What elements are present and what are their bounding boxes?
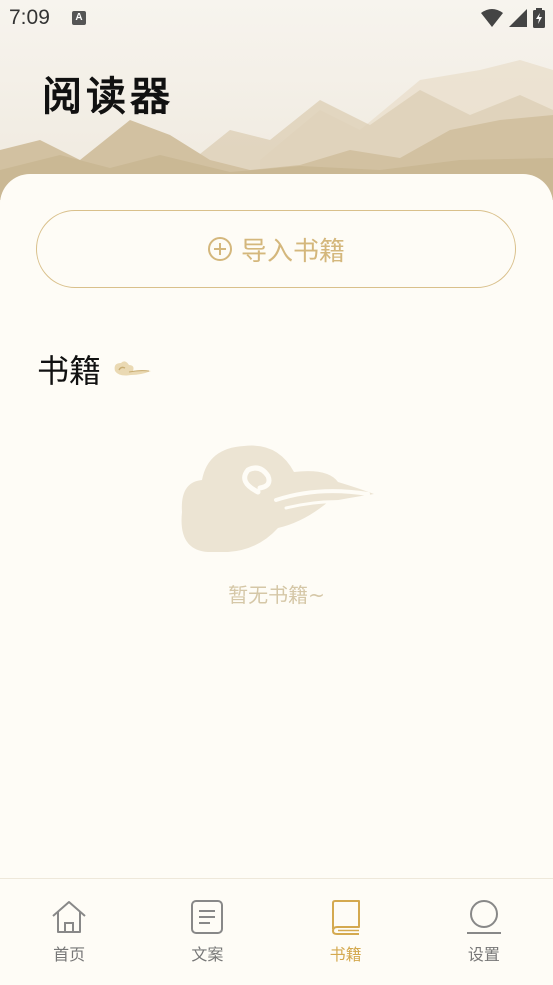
empty-cloud-illustration: [181, 445, 374, 552]
wifi-icon: [481, 9, 503, 27]
nav-item-books[interactable]: 书籍: [277, 879, 415, 985]
nav-item-copywriting[interactable]: 文案: [138, 879, 276, 985]
nav-label-copywriting: 文案: [191, 945, 224, 964]
settings-circle-icon: [466, 900, 501, 934]
nav-item-settings[interactable]: 设置: [415, 879, 553, 985]
home-icon: [52, 901, 86, 933]
section-title: 书籍: [37, 352, 102, 390]
app-title: 阅读器: [42, 73, 174, 120]
nav-label-home: 首页: [53, 945, 86, 964]
nav-label-settings: 设置: [467, 945, 500, 964]
book-icon: [331, 900, 360, 935]
import-books-button[interactable]: 导入书籍: [36, 210, 516, 288]
document-icon: [191, 900, 224, 934]
battery-icon: [533, 8, 545, 28]
bottom-navigation: 首页 文案 书籍 设置: [0, 878, 553, 985]
signal-icon: [509, 9, 527, 27]
status-time: 7:09: [9, 6, 50, 29]
books-section-header: 书籍: [37, 346, 153, 392]
notification-badge-icon: A: [72, 11, 86, 25]
import-books-label: 导入书籍: [240, 236, 345, 267]
empty-state-text: 暂无书籍~: [228, 583, 325, 607]
nav-label-books: 书籍: [329, 945, 362, 964]
plus-circle-icon: [207, 237, 232, 261]
status-bar: 7:09 A: [0, 0, 553, 36]
main-card: 导入书籍 书籍 暂无书籍~: [0, 174, 553, 878]
cloud-ornament-icon: [114, 361, 152, 376]
nav-item-home[interactable]: 首页: [0, 879, 138, 985]
